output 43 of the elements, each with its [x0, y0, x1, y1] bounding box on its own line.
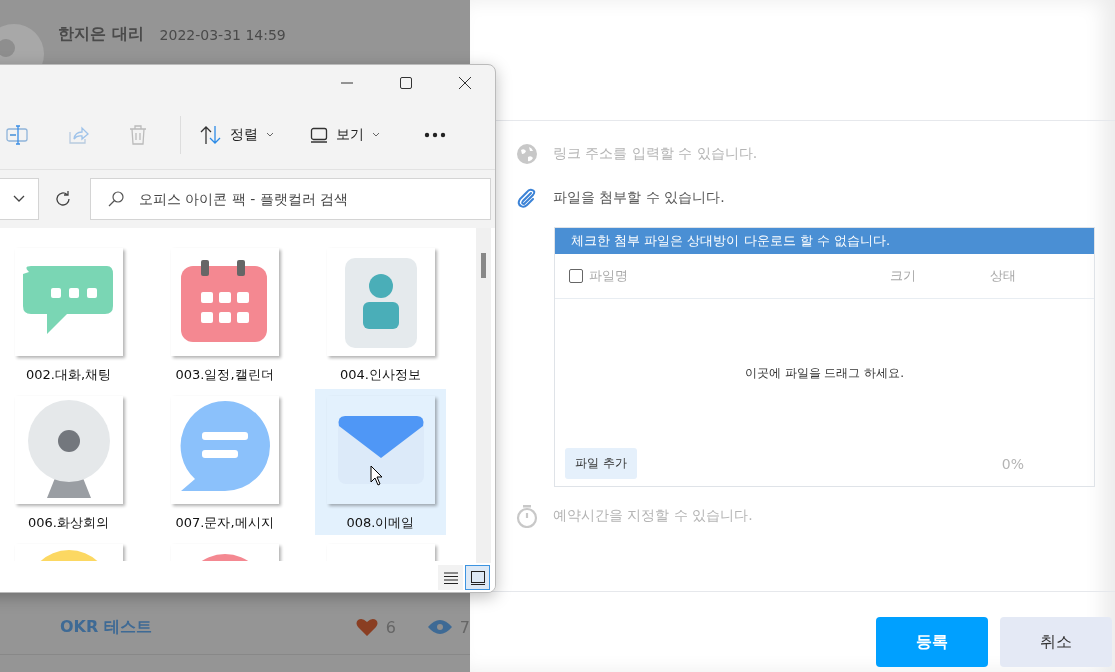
- file-name: 007.문자,메시지: [175, 514, 274, 532]
- post-date: 2022-03-31 14:59: [159, 26, 286, 43]
- file-name: 008.이메일: [346, 514, 415, 532]
- view-button[interactable]: 보기: [310, 126, 380, 144]
- file-name: 006.화상회의: [28, 514, 109, 532]
- search-icon: [108, 191, 124, 207]
- sort-icon: [200, 125, 222, 145]
- tiles-view-button[interactable]: [465, 565, 490, 590]
- rename-icon[interactable]: [6, 124, 28, 146]
- close-icon[interactable]: [458, 76, 472, 90]
- chevron-down-icon[interactable]: [12, 194, 26, 204]
- sort-button[interactable]: 정렬: [200, 125, 274, 145]
- chevron-down-icon: [372, 132, 380, 138]
- refresh-icon[interactable]: [54, 190, 72, 208]
- share-icon[interactable]: [67, 124, 89, 146]
- eye-icon: [427, 619, 452, 635]
- drop-hint: 이곳에 파일을 드래그 하세요.: [744, 365, 905, 382]
- file-item[interactable]: 008.이메일: [315, 389, 446, 535]
- search-field[interactable]: 오피스 아이콘 팩 - 플랫컬러 검색: [90, 178, 491, 220]
- tiles-icon: [470, 570, 485, 585]
- column-header: 상태: [990, 267, 1017, 285]
- mouse-pointer-icon: [369, 465, 384, 487]
- progress-percent: 0%: [1001, 455, 1024, 472]
- column-header: 파일명: [589, 267, 628, 285]
- attachment-notice: 체크한 첨부 파일은 상대방이 다운로드 할 수 없습니다.: [555, 228, 1094, 254]
- file-name: 004.인사정보: [340, 366, 421, 384]
- maximize-icon[interactable]: [399, 76, 413, 90]
- list-icon: [443, 571, 458, 584]
- file-name: 002.대화,채팅: [25, 366, 112, 384]
- select-all-checkbox[interactable]: [569, 269, 583, 283]
- column-header: 크기: [890, 267, 917, 285]
- heart-icon: [355, 618, 378, 636]
- cancel-button[interactable]: 취소: [1000, 617, 1112, 667]
- option-label[interactable]: 파일을 첨부할 수 있습니다.: [553, 189, 725, 207]
- chevron-down-icon: [266, 132, 274, 138]
- details-view-button[interactable]: [438, 565, 463, 590]
- file-name: 003.일정,캘린더: [175, 366, 274, 384]
- scrollbar[interactable]: [476, 228, 491, 563]
- add-file-button[interactable]: 파일 추가: [565, 448, 637, 479]
- monitor-icon: [310, 127, 328, 143]
- author-name: 한지은 대리: [58, 24, 144, 45]
- more-icon[interactable]: [424, 132, 446, 138]
- trash-icon[interactable]: [128, 124, 148, 146]
